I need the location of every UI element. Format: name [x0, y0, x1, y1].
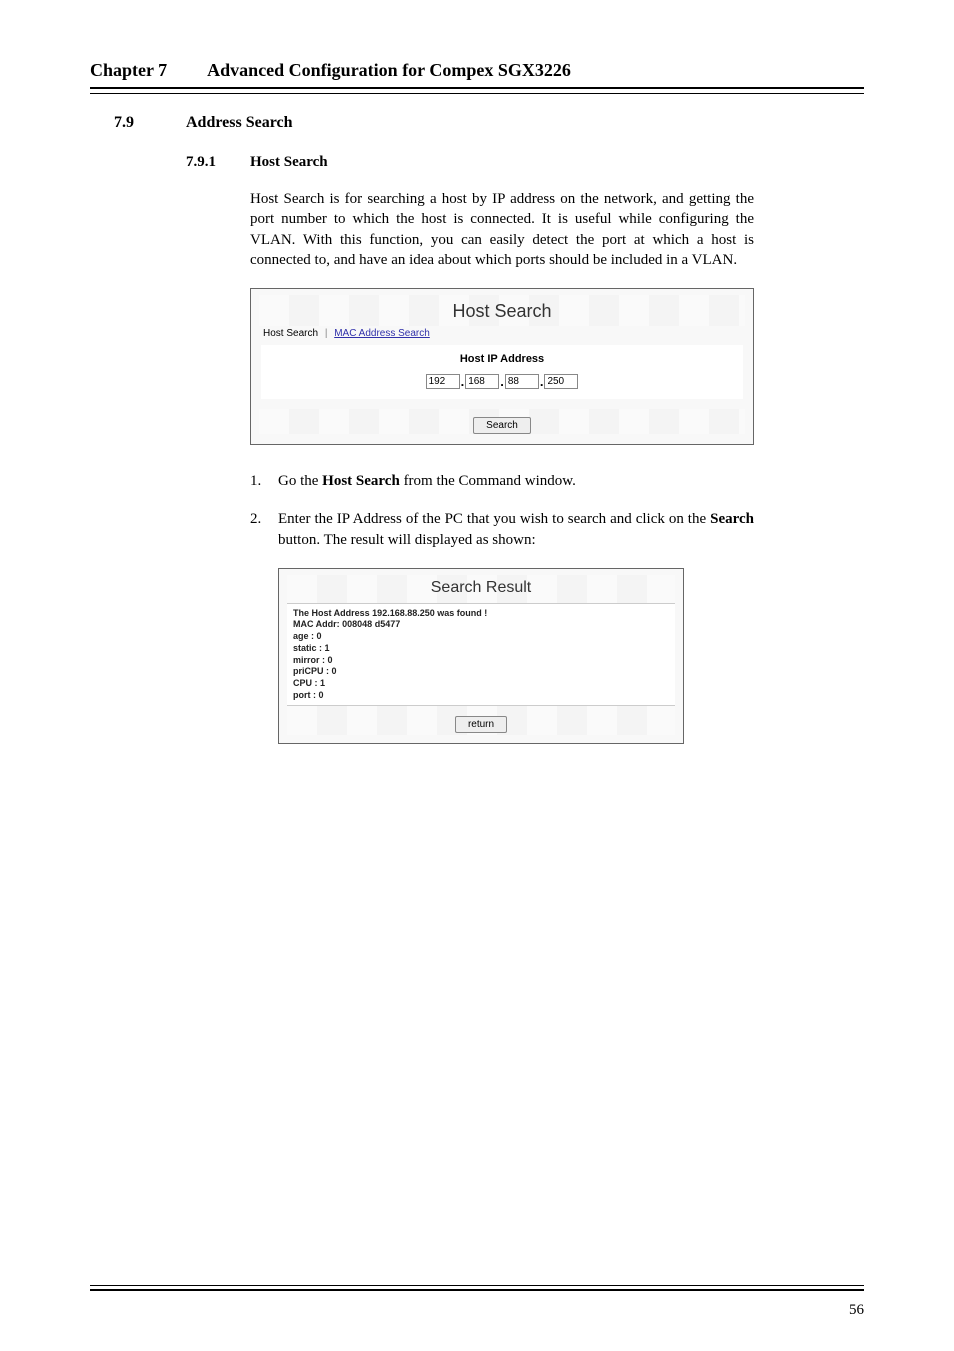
step-number: 1.	[250, 471, 278, 491]
figure2-button-row: return	[287, 706, 675, 735]
section-title: Address Search	[186, 114, 293, 132]
section-heading: 7.9 Address Search	[114, 114, 864, 132]
page-number: 56	[849, 1302, 864, 1319]
ip-octet-1[interactable]	[426, 374, 460, 389]
figure1-panel: Host IP Address ...	[261, 345, 743, 399]
host-ip-label: Host IP Address	[267, 353, 737, 365]
tab-mac-address-search[interactable]: MAC Address Search	[334, 328, 430, 339]
figure1-button-row: Search	[259, 409, 745, 434]
ip-octet-4[interactable]	[544, 374, 578, 389]
step-text: Go the Host Search from the Command wind…	[278, 471, 754, 491]
intro-paragraph: Host Search is for searching a host by I…	[250, 189, 754, 270]
header-rule	[90, 93, 864, 94]
tab-host-search[interactable]: Host Search	[263, 328, 318, 339]
list-item: 2. Enter the IP Address of the PC that y…	[250, 509, 754, 550]
result-line: priCPU : 0	[293, 666, 669, 678]
ip-dot: .	[460, 374, 466, 389]
chapter-title: Advanced Configuration for Compex SGX322…	[207, 60, 571, 81]
steps-list: 1. Go the Host Search from the Command w…	[250, 471, 754, 550]
subsection-heading: 7.9.1 Host Search	[186, 154, 864, 171]
list-item: 1. Go the Host Search from the Command w…	[250, 471, 754, 491]
ip-dot: .	[499, 374, 505, 389]
result-line: port : 0	[293, 690, 669, 702]
figure2-body: The Host Address 192.168.88.250 was foun…	[287, 603, 675, 707]
result-line: MAC Addr: 008048 d5477	[293, 619, 669, 631]
result-line: mirror : 0	[293, 655, 669, 667]
result-line: age : 0	[293, 631, 669, 643]
page-header: Chapter 7 Advanced Configuration for Com…	[90, 60, 864, 89]
search-result-figure: Search Result The Host Address 192.168.8…	[278, 568, 684, 745]
figure2-title: Search Result	[287, 575, 675, 603]
ip-octet-2[interactable]	[465, 374, 499, 389]
step-number: 2.	[250, 509, 278, 550]
subsection-number: 7.9.1	[186, 154, 250, 171]
search-button[interactable]: Search	[473, 417, 531, 434]
result-line: The Host Address 192.168.88.250 was foun…	[293, 608, 669, 620]
result-line: static : 1	[293, 643, 669, 655]
result-line: CPU : 1	[293, 678, 669, 690]
figure1-tabs: Host Search | MAC Address Search	[259, 326, 745, 343]
subsection-title: Host Search	[250, 154, 328, 171]
tab-separator: |	[325, 328, 328, 339]
footer-rules	[90, 1285, 864, 1291]
section-number: 7.9	[114, 114, 186, 132]
return-button[interactable]: return	[455, 716, 507, 733]
ip-dot: .	[539, 374, 545, 389]
ip-octet-3[interactable]	[505, 374, 539, 389]
host-search-figure: Host Search Host Search | MAC Address Se…	[250, 288, 754, 445]
chapter-label: Chapter 7	[90, 60, 167, 81]
ip-input-row: ...	[267, 371, 737, 389]
step-text: Enter the IP Address of the PC that you …	[278, 509, 754, 550]
figure1-title: Host Search	[259, 295, 745, 326]
